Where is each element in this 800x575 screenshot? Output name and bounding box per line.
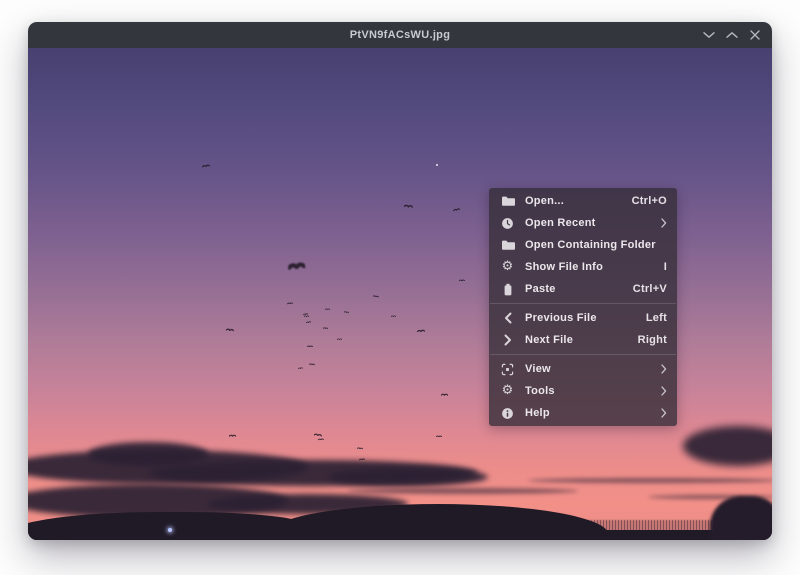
bird-silhouette xyxy=(357,447,363,450)
chevron-left-icon xyxy=(500,311,515,325)
close-icon xyxy=(750,30,760,40)
bird-silhouette xyxy=(323,327,328,329)
folder-icon xyxy=(500,194,515,208)
bird-silhouette xyxy=(391,315,396,317)
menu-item-label: Open... xyxy=(525,195,564,207)
maximize-button[interactable] xyxy=(726,29,738,41)
menu-item-open-recent[interactable]: Open Recent xyxy=(489,212,677,234)
bird-silhouette xyxy=(453,207,460,211)
minimize-button[interactable] xyxy=(703,29,715,41)
menu-item-label: Paste xyxy=(525,283,556,295)
gear-icon: ⚙ xyxy=(500,260,515,274)
bird-silhouette xyxy=(459,279,465,281)
menu-separator xyxy=(490,354,676,355)
lamp-light xyxy=(168,528,172,532)
menu-item-shortcut: Right xyxy=(638,334,667,346)
menu-item-open-containing-folder[interactable]: Open Containing Folder xyxy=(489,234,677,256)
menu-item-show-file-info[interactable]: ⚙ Show File Info I xyxy=(489,256,677,278)
menu-item-label: Show File Info xyxy=(525,261,603,273)
menu-item-shortcut: Ctrl+V xyxy=(633,283,667,295)
close-button[interactable] xyxy=(749,29,761,41)
window-controls xyxy=(703,22,761,48)
bird-silhouette xyxy=(309,363,315,366)
bird-silhouette xyxy=(202,163,210,167)
submenu-chevron-icon xyxy=(661,218,667,228)
chevron-up-icon xyxy=(726,31,738,39)
menu-item-label: Open Recent xyxy=(525,217,596,229)
menu-item-label: Next File xyxy=(525,334,573,346)
bird-silhouette xyxy=(404,204,413,208)
gear-icon: ⚙ xyxy=(500,384,515,398)
submenu-chevron-icon xyxy=(661,386,667,396)
menu-item-label: Tools xyxy=(525,385,555,397)
chevron-down-icon xyxy=(703,31,715,39)
menu-item-view[interactable]: View xyxy=(489,358,677,380)
star-speck xyxy=(436,164,438,166)
bird-silhouette xyxy=(304,315,309,317)
titlebar[interactable]: PtVN9fACsWU.jpg xyxy=(28,22,772,48)
bird-silhouette xyxy=(344,311,349,314)
menu-item-shortcut: Left xyxy=(646,312,667,324)
menu-item-label: Previous File xyxy=(525,312,597,324)
bird-silhouette xyxy=(288,261,306,270)
bird-silhouette xyxy=(229,434,236,437)
bird-silhouette xyxy=(318,438,324,441)
menu-item-shortcut: I xyxy=(664,261,667,273)
bird-silhouette xyxy=(325,308,330,310)
bird-silhouette xyxy=(226,328,234,332)
menu-item-label: Help xyxy=(525,407,550,419)
menu-item-label: Open Containing Folder xyxy=(525,239,656,251)
submenu-chevron-icon xyxy=(661,364,667,374)
bird-silhouette xyxy=(441,393,448,396)
info-icon xyxy=(500,406,515,420)
chevron-right-icon xyxy=(500,333,515,347)
submenu-chevron-icon xyxy=(661,408,667,418)
bird-silhouette xyxy=(359,458,365,461)
context-menu: Open... Ctrl+O Open Recent Open Containi… xyxy=(489,188,677,426)
menu-item-tools[interactable]: ⚙ Tools xyxy=(489,380,677,402)
paste-icon xyxy=(500,282,515,296)
bird-silhouette xyxy=(287,302,293,305)
image-viewer-window: PtVN9fACsWU.jpg xyxy=(28,22,772,540)
menu-item-label: View xyxy=(525,363,551,375)
menu-item-open[interactable]: Open... Ctrl+O xyxy=(489,190,677,212)
bird-silhouette xyxy=(436,435,442,437)
window-title: PtVN9fACsWU.jpg xyxy=(350,29,450,41)
viewfinder-icon xyxy=(500,362,515,376)
bird-silhouette xyxy=(373,295,379,298)
menu-item-next-file[interactable]: Next File Right xyxy=(489,329,677,351)
image-viewport[interactable]: Open... Ctrl+O Open Recent Open Containi… xyxy=(28,48,772,540)
bird-silhouette xyxy=(337,338,342,340)
folder-icon xyxy=(500,238,515,252)
menu-item-previous-file[interactable]: Previous File Left xyxy=(489,307,677,329)
menu-item-paste[interactable]: Paste Ctrl+V xyxy=(489,278,677,300)
clock-icon xyxy=(500,216,515,230)
menu-separator xyxy=(490,303,676,304)
bird-silhouette xyxy=(314,432,322,436)
bird-silhouette xyxy=(298,367,303,370)
bird-silhouette xyxy=(417,329,425,333)
menu-item-shortcut: Ctrl+O xyxy=(632,195,667,207)
bird-silhouette xyxy=(307,345,313,347)
bird-silhouette xyxy=(306,321,311,324)
menu-item-help[interactable]: Help xyxy=(489,402,677,424)
